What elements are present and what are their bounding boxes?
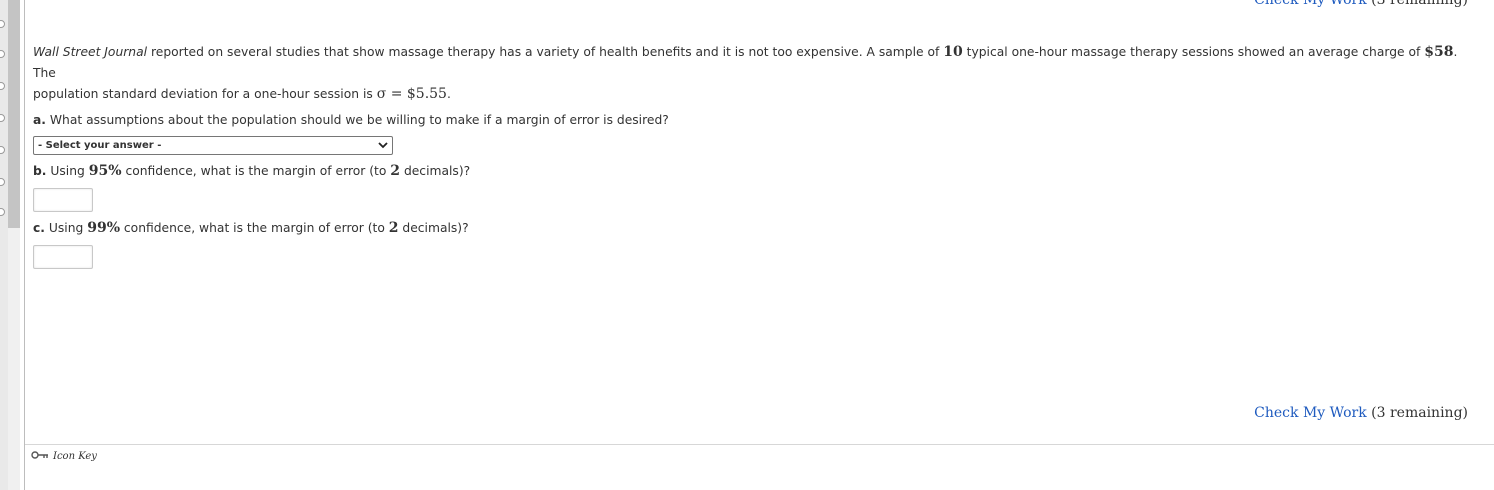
chevron-down-icon <box>378 135 388 156</box>
scrollbar-thumb[interactable] <box>8 0 20 228</box>
question-b: b. Using 95% confidence, what is the mar… <box>33 163 471 179</box>
margin-error-99-input[interactable] <box>33 245 93 269</box>
sample-size: 10 <box>943 44 963 60</box>
question-c: c. Using 99% confidence, what is the mar… <box>33 220 469 236</box>
nav-dot-2[interactable] <box>0 50 5 58</box>
check-my-work-bottom: Check My Work (3 remaining) <box>1254 405 1468 421</box>
question-a: a. What assumptions about the population… <box>33 113 669 127</box>
margin-error-95-input[interactable] <box>33 188 93 212</box>
nav-dot-1[interactable] <box>0 20 5 28</box>
check-my-work-link-top[interactable]: Check My Work <box>1254 0 1367 8</box>
nav-dot-5[interactable] <box>0 146 5 154</box>
assumption-select[interactable]: - Select your answer - <box>33 136 393 155</box>
source-name: Wall Street Journal <box>33 45 148 59</box>
nav-dot-3[interactable] <box>0 82 5 90</box>
sigma-value: σ = $5.55 <box>376 86 447 102</box>
check-my-work-top: Check My Work (3 remaining) <box>1254 0 1468 8</box>
check-my-work-link-bottom[interactable]: Check My Work <box>1254 405 1367 421</box>
nav-dot-6[interactable] <box>0 178 5 186</box>
icon-key-label: Icon Key <box>53 451 97 462</box>
select-value: - Select your answer - <box>38 140 162 151</box>
icon-key[interactable]: Icon Key <box>31 450 97 463</box>
content-border <box>24 0 25 490</box>
remaining-count-top: (3 remaining) <box>1371 0 1468 8</box>
question-nav-dots <box>0 0 8 490</box>
remaining-count-bottom: (3 remaining) <box>1371 405 1468 421</box>
problem-content: Wall Street Journal reported on several … <box>33 42 1473 269</box>
mean-charge: $58 <box>1424 44 1454 60</box>
footer-divider <box>25 444 1494 445</box>
nav-dot-4[interactable] <box>0 114 5 122</box>
nav-dot-7[interactable] <box>0 208 5 216</box>
problem-statement: Wall Street Journal reported on several … <box>33 44 1458 102</box>
key-icon <box>31 450 49 463</box>
